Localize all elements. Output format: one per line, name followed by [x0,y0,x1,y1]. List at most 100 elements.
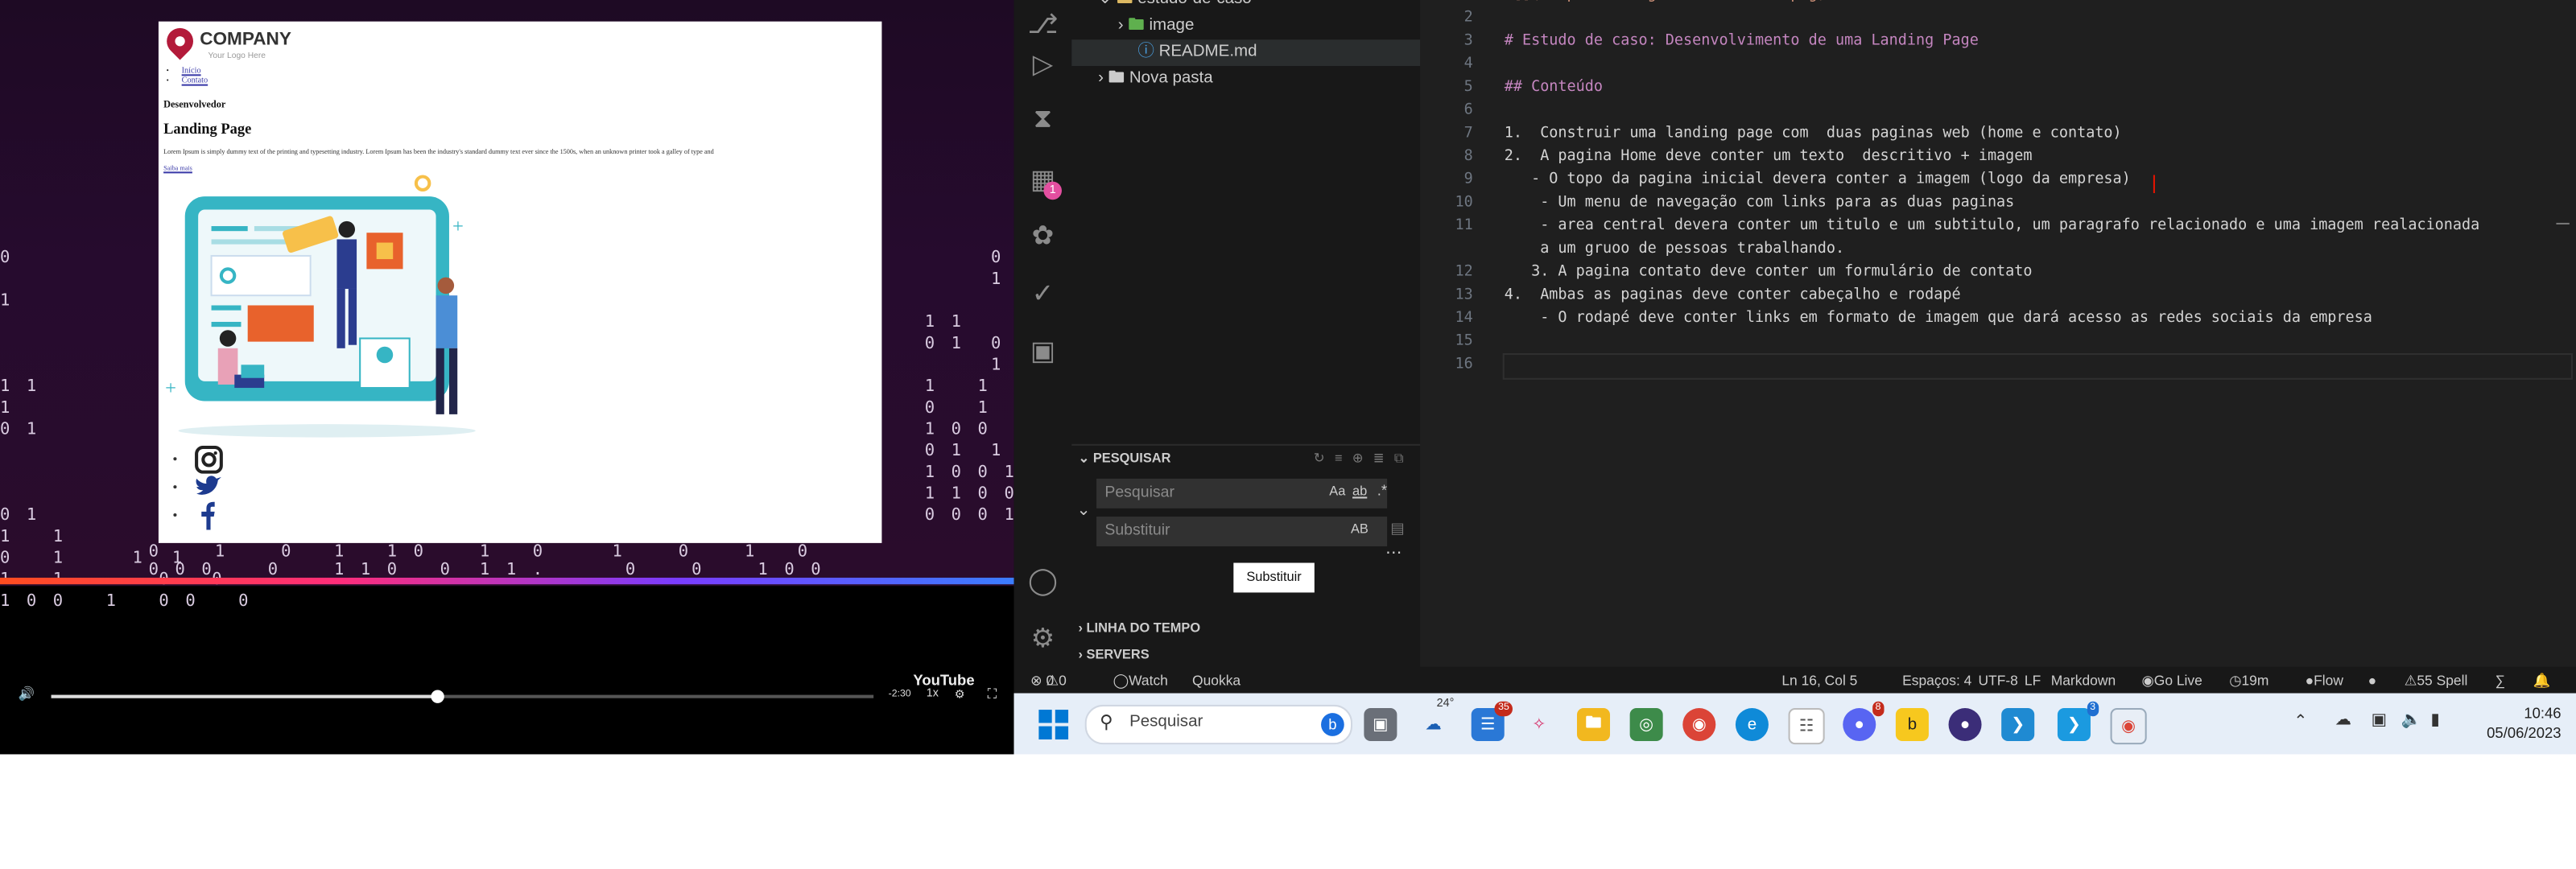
code-line[interactable]: - Um menu de navegação com links para as… [1505,195,2014,212]
side-panel: ⌄ 🖿 estudo-de-caso › 🖿 image ⓘ README.md… [1071,0,1487,667]
servers-section-header[interactable]: › SERVERS [1071,642,1426,669]
instagram-link[interactable] [173,445,223,474]
nav-link-inicio[interactable]: Início [182,68,201,76]
regex-toggle[interactable]: .* [1377,482,1387,499]
match-case-toggle[interactable]: Aa [1329,484,1345,498]
replace-all-icon[interactable]: ▤ [1390,520,1404,538]
onedrive-icon[interactable]: ☁ [2335,711,2352,730]
flow-button[interactable]: ● Flow [2306,667,2343,694]
feedback-icon[interactable]: ∑ [2496,667,2505,694]
taskbar-search[interactable]: ⚲ Pesquisar b [1084,704,1353,745]
fullscreen-icon[interactable]: ⛶ [988,686,997,703]
folder-estudo-de-caso[interactable]: ⌄ 🖿 estudo-de-caso [1071,0,1447,13]
remote-explorer-icon[interactable]: ⧗ [1013,96,1071,146]
preserve-case-toggle[interactable]: AB [1351,521,1368,536]
task-view-icon[interactable]: ▣ [1364,708,1397,742]
code-line[interactable]: - O rodapé deve conter links em formato … [1505,311,2372,327]
indentation[interactable]: Espaços: 4 [1902,667,1971,694]
more-options-icon[interactable]: ⋯ [1385,545,1402,563]
orb-app-icon[interactable]: ● [1948,708,1982,742]
battery-icon[interactable]: ▮ [2431,711,2440,730]
code-line[interactable]: # Estudo de caso: Desenvolvimento de uma… [1505,33,1979,50]
volume-icon[interactable]: 🔊 [19,686,35,701]
search-section-header[interactable]: ⌄ PESQUISAR ↻≡⊕≣⧉ [1071,443,1427,472]
settings-icon[interactable]: ⚙ [955,688,965,701]
line-number: 14 [1455,310,1473,327]
youtube-logo[interactable]: YouTube [913,672,974,689]
search-actions-icons[interactable]: ↻≡⊕≣⧉ [1314,446,1414,472]
discord-icon[interactable]: ● 8 [1843,701,1885,742]
code-line[interactable]: - O topo da pagina inicial devera conter… [1505,171,2131,188]
line-number: 3 [1463,33,1473,50]
vscode-insiders-icon[interactable]: ❯ 3 [2057,701,2099,742]
logo-tagline: Your Logo Here [208,51,266,61]
code-line[interactable]: 4. Ambas as paginas deve conter cabeçalh… [1505,287,1961,304]
edge-icon[interactable]: e [1735,708,1769,742]
info-icon: ⓘ [1137,43,1154,61]
bitwarden-like-icon[interactable]: b [1895,708,1929,742]
replace-button[interactable]: Substituir [1233,562,1315,593]
svg-text:+: + [165,377,176,399]
account-icon[interactable]: ◯ [1013,556,1071,606]
folder-image[interactable]: › 🖿 image [1071,13,1466,39]
video-seek-handle[interactable] [431,690,444,703]
code-line[interactable]: a um gruoo de pessoas trabalhando. [1505,241,1844,257]
problems-indicator[interactable]: ⊗ 0 ⚠ 0 [1030,667,1067,694]
cursor-position[interactable]: Ln 16, Col 5 [1781,667,1857,694]
pets-paw-icon[interactable]: ✿ [1013,212,1071,262]
line-number: 2 [1463,10,1473,27]
file-explorer-icon[interactable]: 🖿 [1576,708,1611,742]
code-line[interactable]: 2. A pagina Home deve conter um texto de… [1505,149,2033,166]
chrome-icon[interactable]: ◉ [1682,708,1716,742]
testing-icon[interactable]: ✓ [1013,269,1071,319]
nav-link-contato[interactable]: Contato [182,77,208,85]
copilot-icon[interactable]: ● [2368,667,2377,694]
weather-widget[interactable]: ☁ 24° [1417,698,1454,741]
code-line[interactable]: 3. A pagina contato deve conter um formu… [1505,264,2032,281]
vscode-taskbar-icon[interactable]: ❯ [2001,708,2035,742]
volume-icon[interactable]: 🔈 [2401,711,2422,730]
code-line[interactable]: ![](https://i.imgur.com/xoP4oTn.png) [1505,0,1827,3]
manage-gear-icon[interactable]: ⚙ [1013,614,1071,664]
language-mode[interactable]: Markdown [2051,667,2116,694]
video-controls: 🔊 -2:30 1x ⚙ ⛶ YouTube [0,672,1013,713]
encoding[interactable]: UTF-8 [1978,667,2017,694]
video-player[interactable]: 0 1 1 1 1 0 1 0 1 1 1 0 1 1 1 1 1 0 0 1 … [0,0,1014,755]
end-of-line[interactable]: LF [2025,667,2041,694]
chrome-active-icon[interactable]: ◉ [2110,708,2147,745]
extensions-icon[interactable]: ▦ 1 [1013,155,1071,205]
show-hidden-icons-chevron[interactable]: ⌃ [2293,713,2307,731]
notepad-icon[interactable]: ☷ [1788,708,1825,745]
timer-indicator[interactable]: ◷ 19m [2229,667,2268,694]
whole-word-toggle[interactable]: ab [1352,484,1367,498]
tasks-app-icon[interactable]: ☰ 35 [1471,701,1513,742]
system-clock[interactable]: 10:46 05/06/2023 [2462,703,2561,743]
code-line[interactable]: 1. Construir uma landing page com duas p… [1505,126,2122,142]
playback-speed[interactable]: 1x [927,688,939,699]
taskbar-search-input[interactable]: Pesquisar [1129,713,1203,731]
toggle-replace-chevron-icon[interactable]: ⌄ [1076,502,1090,521]
windows-start-icon[interactable] [1037,708,1070,741]
vscode-insiders-badge: 3 [2087,701,2099,717]
editor-area[interactable]: 1 ![](https://i.imgur.com/xoP4oTn.png) 2 3 #… [1420,0,2576,667]
code-line[interactable]: - area central devera conter um titulo e… [1505,218,2479,235]
display-icon[interactable]: ▣ [2372,711,2387,730]
quokka-button[interactable]: Quokka [1192,667,1241,694]
facebook-link[interactable] [173,501,223,530]
network-globe-icon[interactable]: ◎ [1629,708,1663,742]
twitter-link[interactable] [173,474,223,502]
slack-icon[interactable]: ✧ [1522,708,1555,741]
remote-window-icon[interactable]: ▣ [1013,327,1071,377]
notifications-bell-icon[interactable]: 🔔 [2533,667,2551,694]
discord-badge: 8 [1872,701,1885,717]
folder-nova-pasta[interactable]: › 🖿 Nova pasta [1071,66,1447,93]
go-live-button[interactable]: ◉ Go Live [2142,667,2202,694]
run-debug-icon[interactable]: ▷ [1013,39,1071,89]
read-more-link[interactable]: Saiba mais [163,163,192,171]
video-seekbar[interactable] [51,690,874,703]
code-line[interactable]: ## Conteúdo [1505,79,1603,96]
timeline-section-header[interactable]: › LINHA DO TEMPO [1071,616,1426,642]
spell-indicator[interactable]: ⚠ 55 Spell [2405,667,2468,694]
replace-input[interactable]: Substituir [1096,517,1388,546]
watch-button[interactable]: ◯ Watch [1113,667,1168,694]
